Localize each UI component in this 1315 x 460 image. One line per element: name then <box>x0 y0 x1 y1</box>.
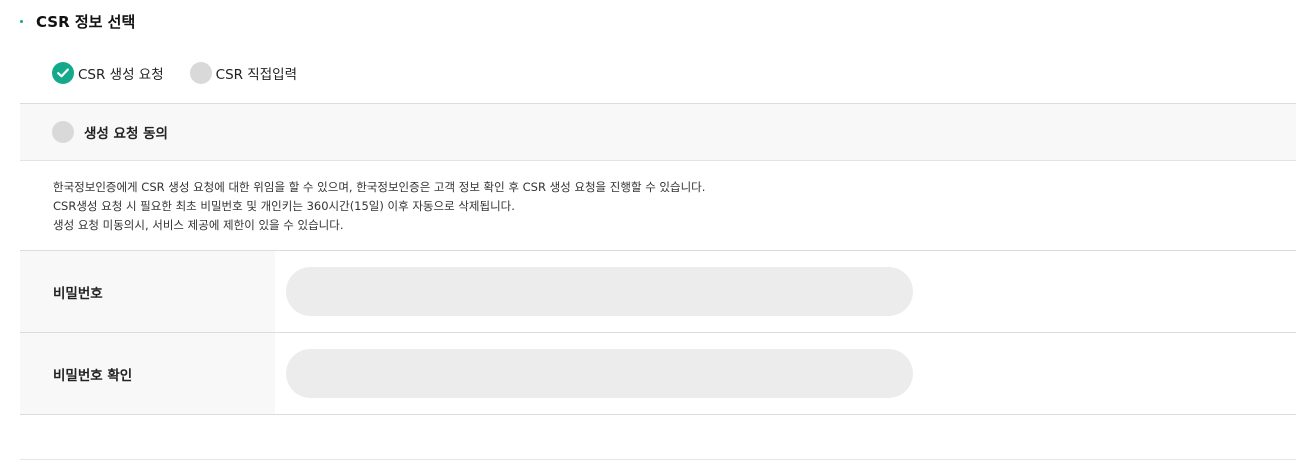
radio-label: CSR 생성 요청 <box>78 67 164 83</box>
notice-line: CSR생성 요청 시 필요한 최초 비밀번호 및 개인키는 360시간(15일)… <box>53 199 515 213</box>
csr-info-page: CSR 정보 선택 CSR 생성 요청 CSR 직접입력 생성 요청 동의 한국… <box>0 0 1315 460</box>
password-confirm-label: 비밀번호 확인 <box>20 333 275 414</box>
password-form-table: 비밀번호 비밀번호 확인 <box>20 250 1296 415</box>
password-row: 비밀번호 <box>20 251 1296 333</box>
agreement-row: 생성 요청 동의 <box>20 103 1296 161</box>
notice-text: 한국정보인증에게 CSR 생성 요청에 대한 위임을 할 수 있으며, 한국정보… <box>53 178 1283 235</box>
password-confirm-cell <box>275 333 1296 414</box>
radio-label: CSR 직접입력 <box>215 67 297 83</box>
notice-line: 한국정보인증에게 CSR 생성 요청에 대한 위임을 할 수 있으며, 한국정보… <box>53 180 706 194</box>
agree-checkbox[interactable] <box>52 121 74 143</box>
unchecked-radio-icon <box>189 62 212 84</box>
radio-csr-direct-input[interactable]: CSR 직접입력 <box>189 62 297 84</box>
password-label: 비밀번호 <box>20 251 275 332</box>
password-input[interactable] <box>286 267 913 316</box>
section-title: CSR 정보 선택 <box>36 12 136 31</box>
csr-mode-radio-group: CSR 생성 요청 CSR 직접입력 <box>52 61 323 85</box>
agree-label[interactable]: 생성 요청 동의 <box>84 122 168 142</box>
section-header: CSR 정보 선택 <box>20 8 135 34</box>
password-confirm-input[interactable] <box>286 349 913 398</box>
bullet-dot <box>20 19 23 23</box>
password-cell <box>275 251 1296 332</box>
checked-radio-icon <box>52 62 74 84</box>
password-confirm-row: 비밀번호 확인 <box>20 333 1296 415</box>
notice-line: 생성 요청 미동의시, 서비스 제공에 제한이 있을 수 있습니다. <box>53 218 344 232</box>
radio-csr-generate-request[interactable]: CSR 생성 요청 <box>52 62 164 84</box>
